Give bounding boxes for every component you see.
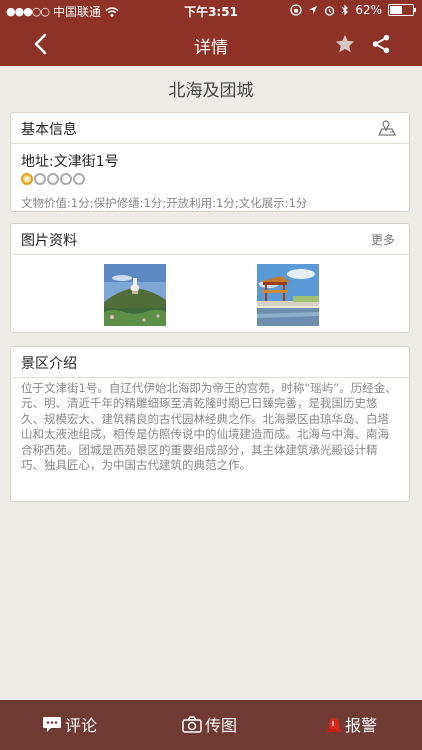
battery-percent: 62% bbox=[355, 3, 382, 17]
navigation-bar: 详情 bbox=[0, 22, 422, 66]
photos-header: 图片资料 更多 bbox=[11, 224, 409, 255]
upload-photo-button[interactable]: 传图 bbox=[182, 712, 237, 736]
map-icon[interactable] bbox=[377, 119, 397, 137]
upload-photo-label: 传图 bbox=[205, 716, 238, 735]
rating-circle-empty bbox=[60, 173, 72, 185]
scenic-intro-text: 位于文津街1号。自辽代伊始北海即为帝王的宫苑，时称“瑶屿”。历经金、元、明、清近… bbox=[21, 381, 397, 473]
lock-rotation-icon bbox=[290, 4, 302, 16]
white-pagoda-photo[interactable] bbox=[104, 264, 166, 326]
rating-circle-empty bbox=[34, 173, 46, 185]
place-name: 北海及团城 bbox=[168, 81, 254, 101]
comment-label: 评论 bbox=[65, 716, 98, 735]
bluetooth-icon bbox=[341, 4, 349, 16]
battery-icon bbox=[388, 4, 416, 16]
camera-icon bbox=[182, 715, 202, 733]
status-bar: ●●●○○ 中国联通 下午3:51 62% bbox=[0, 0, 422, 22]
alarm-siren-icon bbox=[327, 718, 341, 732]
page-title: 详情 bbox=[194, 38, 228, 58]
photos-card: 图片资料 更多 bbox=[10, 223, 410, 333]
pavilion-photo[interactable] bbox=[257, 264, 319, 326]
location-arrow-icon bbox=[309, 6, 318, 14]
bottom-tab-bar: 评论 传图 报警 bbox=[0, 700, 422, 750]
scenic-intro-card: 景区介绍 位于文津街1号。自辽代伊始北海即为帝王的宫苑，时称“瑶屿”。历经金、元… bbox=[10, 346, 410, 502]
alarm-icon bbox=[325, 5, 335, 16]
scenic-intro-header: 景区介绍 bbox=[11, 347, 409, 378]
basic-info-title: 基本信息 bbox=[21, 122, 77, 138]
rating-stars bbox=[21, 173, 85, 185]
report-alarm-button[interactable]: 报警 bbox=[326, 712, 377, 736]
scenic-intro-title: 景区介绍 bbox=[21, 356, 77, 372]
comment-icon bbox=[43, 717, 61, 732]
photos-title: 图片资料 bbox=[21, 233, 77, 249]
rating-circle-empty bbox=[47, 173, 59, 185]
score-details: 文物价值:1分;保护修缮:1分;开放利用:1分;文化展示:1分 bbox=[21, 196, 308, 210]
report-alarm-label: 报警 bbox=[345, 716, 378, 735]
share-icon[interactable] bbox=[370, 33, 392, 55]
star-icon[interactable] bbox=[334, 33, 356, 55]
basic-info-header: 基本信息 bbox=[11, 113, 409, 144]
address-text: 地址:文津街1号 bbox=[21, 154, 119, 170]
rating-circle-filled bbox=[21, 173, 33, 185]
more-photos-link[interactable]: 更多 bbox=[371, 231, 395, 248]
comment-button[interactable]: 评论 bbox=[42, 712, 97, 736]
basic-info-card: 基本信息 地址:文津街1号 文物价值:1分;保护修缮:1分;开放利用:1分;文化… bbox=[10, 112, 410, 212]
rating-circle-empty bbox=[73, 173, 85, 185]
